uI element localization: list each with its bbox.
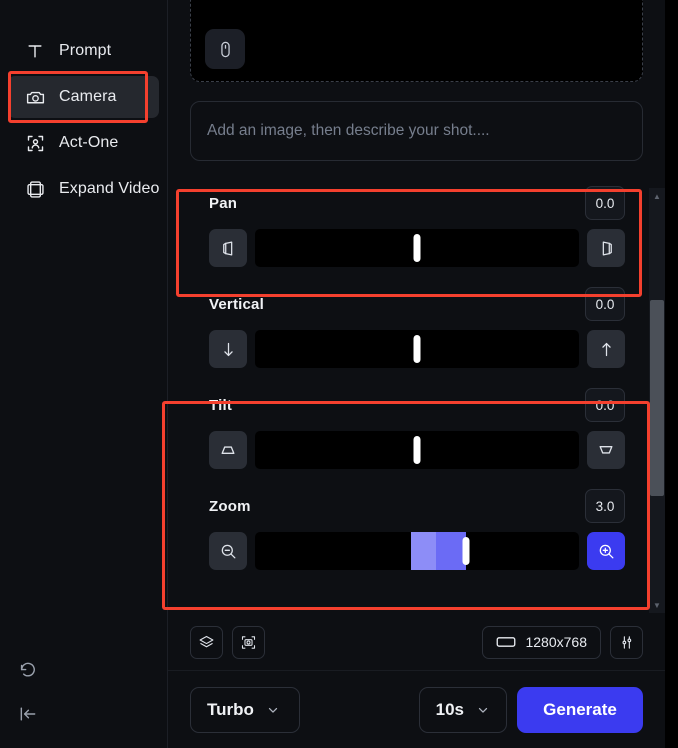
- scroll-up-arrow-icon[interactable]: ▲: [649, 188, 665, 204]
- zoom-slider-fill-light: [410, 532, 437, 570]
- expand-frames-icon: [24, 178, 46, 200]
- tilt-down-icon[interactable]: [209, 431, 247, 469]
- control-header: Pan 0.0: [190, 186, 643, 220]
- camera-controls: Pan 0.0 Vertical 0.0 Tilt 0.0 Zoom 3.0: [190, 177, 643, 581]
- vertical-slider[interactable]: [255, 330, 579, 368]
- resolution-selector[interactable]: 1280x768: [482, 625, 601, 659]
- collapse-sidebar-icon[interactable]: [6, 692, 50, 736]
- sidebar-item-expand-video[interactable]: Expand Video: [8, 168, 159, 210]
- control-header: Vertical 0.0: [190, 287, 643, 321]
- control-row: [190, 431, 643, 469]
- model-label: Turbo: [207, 699, 254, 719]
- zoom-slider-thumb[interactable]: [462, 537, 470, 565]
- app-root: Prompt Camera Act-One Expand Video Add a…: [0, 0, 678, 748]
- tilt-value-field[interactable]: 0.0: [585, 388, 625, 422]
- pan-value-field[interactable]: 0.0: [585, 186, 625, 220]
- camera-settings-panel: Add an image, then describe your shot...…: [168, 0, 665, 748]
- pan-left-icon[interactable]: [209, 229, 247, 267]
- sidebar-item-camera[interactable]: Camera: [8, 76, 159, 118]
- control-label: Vertical: [209, 295, 264, 313]
- control-header: Zoom 3.0: [190, 489, 643, 523]
- sidebar-item-label: Act-One: [59, 134, 119, 151]
- sidebar-item-act-one[interactable]: Act-One: [8, 122, 159, 164]
- resolution-label: 1280x768: [525, 634, 587, 650]
- text-icon: [24, 40, 46, 62]
- tilt-up-icon[interactable]: [587, 431, 625, 469]
- chevron-down-icon: [266, 703, 280, 717]
- sidebar-item-label: Camera: [59, 88, 117, 105]
- control-vertical: Vertical 0.0: [190, 278, 643, 379]
- control-label: Pan: [209, 194, 238, 212]
- panel-scroll-area: Add an image, then describe your shot...…: [168, 0, 665, 614]
- tilt-slider[interactable]: [255, 431, 579, 469]
- scrollbar-thumb[interactable]: [650, 300, 664, 496]
- sidebar-nav: Prompt Camera Act-One Expand Video: [0, 0, 167, 210]
- control-row: [190, 229, 643, 267]
- model-selector[interactable]: Turbo: [190, 686, 300, 733]
- control-row: [190, 532, 643, 570]
- control-row: [190, 330, 643, 368]
- zoom-value-field[interactable]: 3.0: [585, 489, 625, 523]
- prompt-input[interactable]: Add an image, then describe your shot...…: [190, 101, 643, 161]
- rectangle-icon: [496, 635, 516, 649]
- control-tilt: Tilt 0.0: [190, 379, 643, 480]
- zoom-out-icon[interactable]: [209, 532, 247, 570]
- pan-slider-thumb[interactable]: [413, 234, 421, 262]
- sliders-icon[interactable]: [610, 625, 643, 659]
- pan-slider[interactable]: [255, 229, 579, 267]
- vertical-value-field[interactable]: 0.0: [585, 287, 625, 321]
- control-pan: Pan 0.0: [190, 177, 643, 278]
- prompt-placeholder: Add an image, then describe your shot...…: [207, 122, 490, 139]
- arrow-up-icon[interactable]: [587, 330, 625, 368]
- right-gutter: [665, 0, 678, 748]
- camera-icon: [24, 86, 46, 108]
- image-drop-area[interactable]: [190, 0, 643, 82]
- generation-bar: Turbo 10s Generate: [168, 670, 665, 748]
- layers-icon[interactable]: [190, 625, 223, 659]
- control-header: Tilt 0.0: [190, 388, 643, 422]
- zoom-slider[interactable]: [255, 532, 579, 570]
- panel-scrollbar[interactable]: ▲ ▼: [649, 188, 665, 613]
- duration-label: 10s: [435, 699, 464, 719]
- scroll-down-arrow-icon[interactable]: ▼: [649, 597, 665, 613]
- control-label: Zoom: [209, 497, 251, 515]
- mouse-device-icon[interactable]: [205, 29, 245, 69]
- sidebar-item-label: Expand Video: [59, 180, 160, 197]
- history-undo-icon[interactable]: [6, 648, 50, 692]
- left-sidebar: Prompt Camera Act-One Expand Video: [0, 0, 168, 748]
- pan-right-icon[interactable]: [587, 229, 625, 267]
- chevron-down-icon: [476, 703, 490, 717]
- panel-toolbar: 1280x768: [168, 614, 665, 670]
- sidebar-item-prompt[interactable]: Prompt: [8, 30, 159, 72]
- control-label: Tilt: [209, 396, 233, 414]
- control-zoom: Zoom 3.0: [190, 480, 643, 581]
- arrow-down-icon[interactable]: [209, 330, 247, 368]
- vertical-slider-thumb[interactable]: [413, 335, 421, 363]
- sidebar-item-label: Prompt: [59, 42, 112, 59]
- generate-button[interactable]: Generate: [517, 686, 643, 733]
- sidebar-bottom-actions: [0, 648, 167, 736]
- tilt-slider-thumb[interactable]: [413, 436, 421, 464]
- zoom-in-icon[interactable]: [587, 532, 625, 570]
- person-frame-icon: [24, 132, 46, 154]
- camera-focus-icon[interactable]: [232, 625, 265, 659]
- duration-selector[interactable]: 10s: [418, 686, 507, 733]
